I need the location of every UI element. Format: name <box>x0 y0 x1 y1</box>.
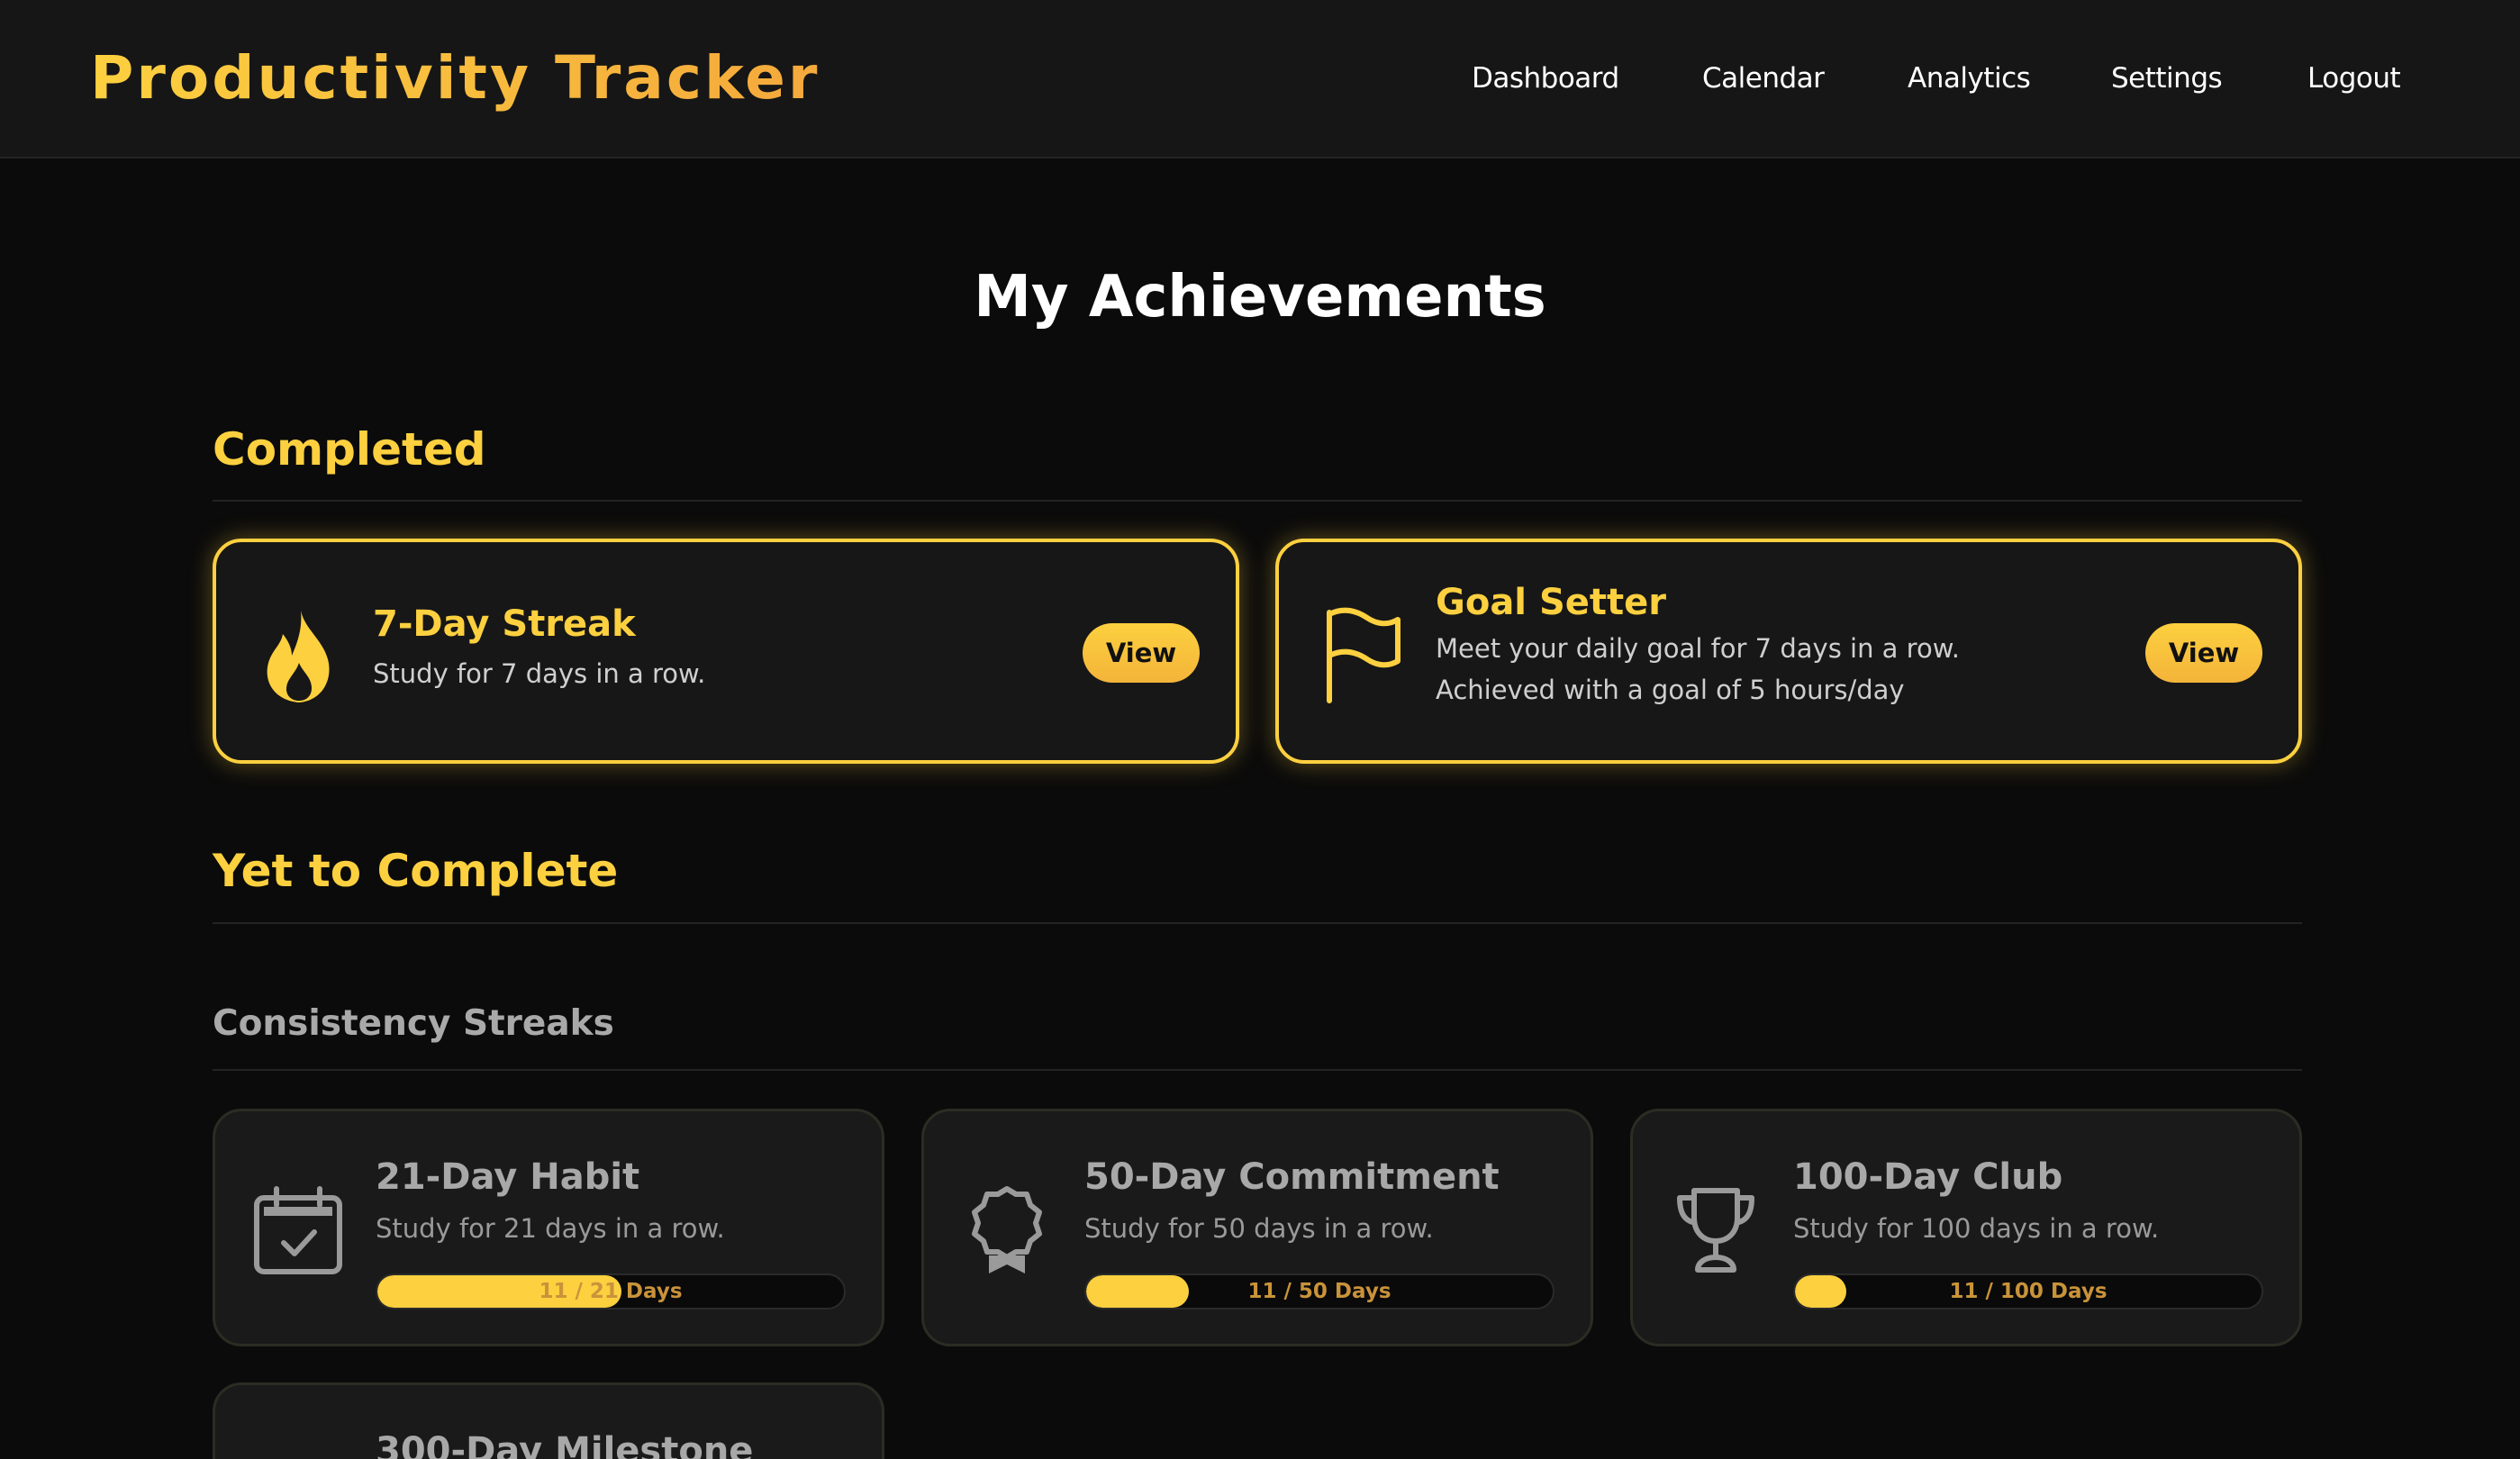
achievement-description: Study for 7 days in a row. <box>373 658 706 689</box>
completed-divider <box>213 500 2302 502</box>
achievement-card-100-day-club: 100-Day Club Study for 100 days in a row… <box>1630 1109 2302 1346</box>
achievement-description: Study for 21 days in a row. <box>376 1213 725 1244</box>
yet-to-complete-heading: Yet to Complete <box>213 845 619 897</box>
achievement-title: 7-Day Streak <box>373 603 636 645</box>
achievement-card-7-day-streak: 7-Day Streak Study for 7 days in a row. … <box>213 539 1239 764</box>
achievement-card-21-day-habit: 21-Day Habit Study for 21 days in a row.… <box>213 1109 884 1346</box>
achievement-card-50-day-commitment: 50-Day Commitment Study for 50 days in a… <box>921 1109 1593 1346</box>
achievement-description: Meet your daily goal for 7 days in a row… <box>1436 633 1960 664</box>
nav-calendar[interactable]: Calendar <box>1702 58 1825 99</box>
main-nav: Dashboard Calendar Analytics Settings Lo… <box>0 58 2520 99</box>
progress-label: 11 / 100 Days <box>1949 1280 2108 1303</box>
achievement-description: Study for 50 days in a row. <box>1084 1213 1434 1244</box>
progress-label: 11 / 21 Days <box>539 1280 683 1303</box>
achievement-title: 50-Day Commitment <box>1084 1156 1500 1198</box>
progress-bar: 11 / 50 Days <box>1084 1273 1555 1309</box>
achievement-note: Achieved with a goal of 5 hours/day <box>1436 675 1905 705</box>
trophy-icon <box>1669 1183 1763 1277</box>
achievement-description: Study for 100 days in a row. <box>1793 1213 2160 1244</box>
achievement-title: Goal Setter <box>1436 582 1666 623</box>
page-title: My Achievements <box>974 264 1546 331</box>
nav-dashboard[interactable]: Dashboard <box>1472 58 1619 99</box>
progress-bar: 11 / 100 Days <box>1793 1273 2263 1309</box>
nav-analytics[interactable]: Analytics <box>1908 58 2031 99</box>
flag-icon <box>1320 605 1407 704</box>
award-ribbon-icon <box>960 1183 1054 1277</box>
consistency-streaks-heading: Consistency Streaks <box>213 1003 614 1044</box>
consistency-streaks-divider <box>213 1069 2302 1071</box>
achievement-card-300-day-milestone: 300-Day Milestone <box>213 1382 884 1459</box>
nav-settings[interactable]: Settings <box>2111 58 2223 99</box>
progress-bar: 11 / 21 Days <box>376 1273 846 1309</box>
achievement-title: 21-Day Habit <box>376 1156 640 1198</box>
completed-heading: Completed <box>213 423 486 476</box>
view-button[interactable]: View <box>1083 623 1200 683</box>
achievement-title: 300-Day Milestone <box>376 1430 754 1459</box>
view-button[interactable]: View <box>2145 623 2262 683</box>
achievement-title: 100-Day Club <box>1793 1156 2063 1198</box>
top-navbar: Productivity Tracker Dashboard Calendar … <box>0 0 2520 159</box>
flame-icon <box>256 607 342 706</box>
yet-to-complete-divider <box>213 922 2302 924</box>
nav-logout[interactable]: Logout <box>2307 58 2401 99</box>
progress-label: 11 / 50 Days <box>1247 1280 1391 1303</box>
calendar-check-icon <box>251 1183 345 1277</box>
achievement-card-goal-setter: Goal Setter Meet your daily goal for 7 d… <box>1275 539 2302 764</box>
